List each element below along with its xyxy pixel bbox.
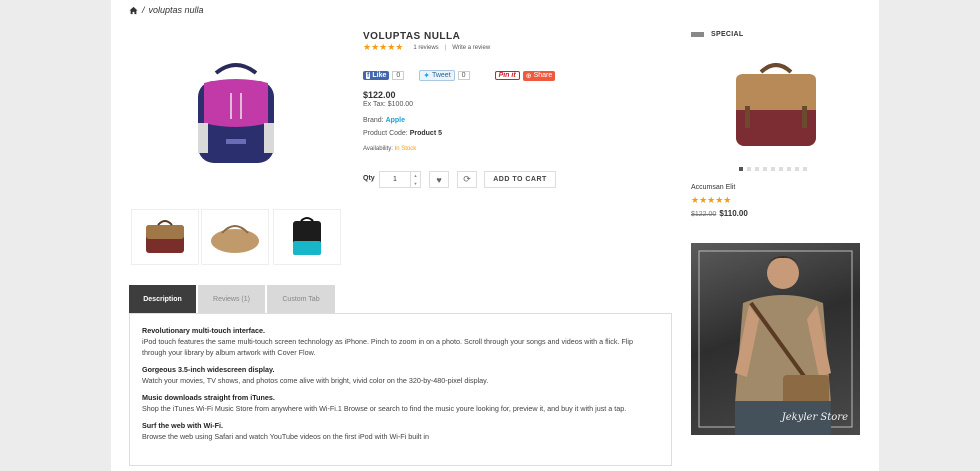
- share-button[interactable]: ⊕ Share: [522, 70, 556, 81]
- refresh-icon: ⟳: [463, 174, 471, 184]
- carousel-dot[interactable]: [739, 167, 743, 171]
- breadcrumb-separator: /: [142, 5, 145, 15]
- banner-image: [698, 250, 853, 435]
- desc-heading-2: Gorgeous 3.5-inch widescreen display.: [142, 365, 275, 374]
- tab-reviews[interactable]: Reviews (1): [198, 285, 265, 313]
- rating-row: ★★★★★ 1 reviews | Write a review: [363, 42, 490, 53]
- backpack-image: [198, 63, 274, 163]
- share-icon: ⊕: [525, 72, 532, 80]
- brand-label: Brand:: [363, 117, 384, 124]
- add-to-cart-button[interactable]: ADD TO CART: [484, 171, 556, 188]
- availability-label: Availability:: [363, 146, 393, 152]
- old-price: $122.00: [691, 211, 717, 218]
- desc-text-4: Browse the web using Safari and watch Yo…: [142, 432, 429, 441]
- tab-description[interactable]: Description: [129, 285, 196, 313]
- rating-separator: |: [444, 44, 447, 51]
- desc-heading-4: Surf the web with Wi-Fi.: [142, 421, 223, 430]
- quantity-stepper[interactable]: ▲ ▼: [411, 171, 421, 188]
- home-icon[interactable]: [129, 6, 138, 15]
- promo-banner[interactable]: Jekyler Store: [691, 243, 860, 435]
- desc-heading-3: Music downloads straight from iTunes.: [142, 393, 275, 402]
- availability-row: Availability: In Stock: [363, 146, 416, 152]
- thumbnail-3[interactable]: [273, 209, 341, 265]
- tweet-label: Tweet: [431, 72, 451, 79]
- breadcrumb-current[interactable]: voluptas nulla: [149, 5, 204, 15]
- special-heading: SPECIAL: [691, 31, 743, 38]
- product-code-label: Product Code:: [363, 130, 408, 137]
- compare-button[interactable]: ⟳: [457, 171, 477, 188]
- tweet-count: 0: [457, 71, 470, 80]
- main-product-image[interactable]: [129, 28, 343, 198]
- carousel-dots: [739, 167, 807, 171]
- special-product-prices: $122.00 $110.00: [691, 209, 748, 218]
- carousel-dot[interactable]: [747, 167, 751, 171]
- twitter-icon: ✦: [423, 71, 430, 80]
- quantity-input[interactable]: 1: [379, 171, 411, 188]
- product-page: / voluptas nulla VOLUPTAS NULLA ★★★★★ 1 …: [111, 0, 879, 471]
- rating-stars: ★★★★★: [363, 42, 404, 52]
- carousel-dot[interactable]: [763, 167, 767, 171]
- product-code-row: Product Code: Product 5: [363, 130, 442, 137]
- heart-icon: ♥: [436, 174, 442, 185]
- facebook-like-count: 0: [392, 71, 405, 80]
- banner-signature: Jekyler Store: [781, 412, 848, 423]
- desc-text-2: Watch your movies, TV shows, and photos …: [142, 376, 489, 385]
- social-buttons: f Like 0 ✦ Tweet 0 Pin it ⊕ Share: [363, 70, 556, 81]
- product-price: $122.00: [363, 90, 396, 100]
- ex-tax-price: Ex Tax: $100.00: [363, 101, 414, 108]
- pinterest-button[interactable]: Pin it: [494, 71, 520, 80]
- thumb-image-2: [211, 225, 259, 253]
- facebook-icon: f: [366, 72, 371, 79]
- brand-link[interactable]: Apple: [386, 117, 405, 124]
- carousel-dot[interactable]: [803, 167, 807, 171]
- product-title: VOLUPTAS NULLA: [363, 31, 461, 42]
- special-product-name[interactable]: Accumsan Elit: [691, 184, 735, 191]
- thumb-image-1: [146, 220, 184, 253]
- breadcrumb: / voluptas nulla: [129, 5, 204, 15]
- availability-value: In Stock: [394, 146, 417, 152]
- thumb-image-3: [293, 217, 321, 255]
- desc-text-3: Shop the iTunes Wi-Fi Music Store from a…: [142, 404, 627, 413]
- desc-heading-1: Revolutionary multi-touch interface.: [142, 326, 266, 335]
- special-product-stars: ★★★★★: [691, 195, 732, 205]
- carousel-dot[interactable]: [795, 167, 799, 171]
- thumbnail-1[interactable]: [131, 209, 199, 265]
- facebook-like-label: Like: [372, 72, 387, 79]
- satchel-image: [736, 62, 816, 146]
- facebook-like-button[interactable]: f Like: [363, 71, 390, 80]
- tweet-button[interactable]: ✦ Tweet: [419, 70, 455, 81]
- chevron-down-icon[interactable]: ▼: [414, 181, 418, 186]
- write-review-link[interactable]: Write a review: [452, 45, 490, 51]
- reviews-link[interactable]: 1 reviews: [413, 45, 438, 51]
- wishlist-button[interactable]: ♥: [429, 171, 449, 188]
- special-marker: [691, 32, 704, 37]
- chevron-up-icon[interactable]: ▲: [414, 173, 418, 178]
- carousel-dot[interactable]: [755, 167, 759, 171]
- qty-label: Qty: [363, 175, 375, 182]
- special-product-image[interactable]: [706, 55, 846, 155]
- description-panel: Revolutionary multi-touch interface. iPo…: [129, 313, 672, 466]
- carousel-dot[interactable]: [779, 167, 783, 171]
- brand-row: Brand: Apple: [363, 117, 405, 124]
- new-price: $110.00: [719, 209, 748, 218]
- carousel-dot[interactable]: [787, 167, 791, 171]
- special-title: SPECIAL: [711, 31, 744, 38]
- tab-custom[interactable]: Custom Tab: [267, 285, 335, 313]
- share-label: Share: [533, 72, 553, 79]
- product-code-value: Product 5: [409, 130, 442, 137]
- desc-text-1: iPod touch features the same multi-touch…: [142, 337, 634, 357]
- carousel-dot[interactable]: [771, 167, 775, 171]
- thumbnail-2[interactable]: [201, 209, 269, 265]
